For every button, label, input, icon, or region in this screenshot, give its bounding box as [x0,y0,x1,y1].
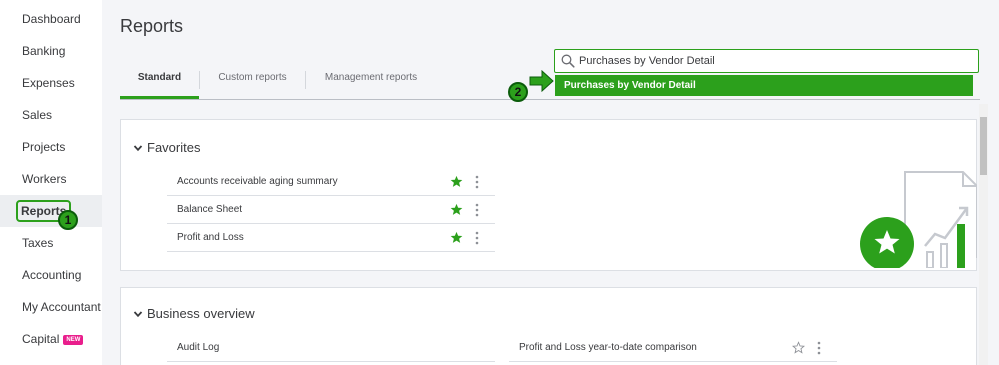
report-row[interactable]: Accounts receivable aging summary [167,168,495,196]
report-row[interactable]: Profit and Loss year-to-date comparison [509,334,837,362]
star-filled-icon[interactable] [450,175,463,188]
sidebar-item-label: Capital [22,332,60,346]
report-link[interactable]: Profit and Loss [177,232,244,243]
sidebar-item-reports[interactable]: Reports [0,195,102,227]
report-row[interactable]: Audit Log [167,334,495,362]
report-row[interactable]: Profit and Loss [167,224,495,252]
section-title: Business overview [147,306,255,321]
sidebar-item-label: Accounting [22,268,82,282]
sidebar-item-capital[interactable]: Capital NEW [0,323,102,355]
more-options-icon[interactable] [817,341,821,355]
more-options-icon[interactable] [475,231,479,245]
report-link[interactable]: Audit Log [177,342,219,353]
scrollbar-thumb[interactable] [980,117,987,175]
sidebar-item-label: Expenses [22,76,75,90]
sidebar-item-workers[interactable]: Workers [0,163,102,195]
tab-standard[interactable]: Standard [120,64,199,99]
sidebar-item-label: Taxes [22,236,54,250]
sidebar-item-label: Banking [22,44,66,58]
more-options-icon[interactable] [475,203,479,217]
sidebar-item-sales[interactable]: Sales [0,99,102,131]
sidebar-item-projects[interactable]: Projects [0,131,102,163]
sidebar-item-label: Dashboard [22,12,81,26]
more-options-icon[interactable] [475,175,479,189]
step-callout-1: 1 [58,210,78,230]
sidebar-item-label: Sales [22,108,53,122]
report-link[interactable]: Accounts receivable aging summary [177,176,338,187]
search-icon [561,54,575,68]
sidebar-item-label: Projects [22,140,66,154]
chevron-down-icon [133,145,143,152]
tab-custom-reports[interactable]: Custom reports [200,64,305,99]
business-overview-card: Business overview Audit Log Profit and L… [120,287,977,365]
business-overview-header[interactable]: Business overview [133,306,255,321]
new-badge: NEW [63,334,84,345]
star-filled-icon[interactable] [450,203,463,216]
sidebar-item-dashboard[interactable]: Dashboard [0,3,102,35]
sidebar-item-taxes[interactable]: Taxes [0,227,102,259]
sidebar-item-expenses[interactable]: Expenses [0,67,102,99]
tab-management-reports[interactable]: Management reports [306,64,436,99]
page-title: Reports [120,16,184,36]
star-outline-icon[interactable] [792,341,805,354]
sidebar-item-label: Workers [22,172,67,186]
sidebar: Dashboard Banking Expenses Sales Project… [0,0,102,365]
sidebar-item-label: My Accountant [22,300,101,314]
chevron-down-icon [133,311,143,318]
section-title: Favorites [147,140,201,155]
report-link[interactable]: Balance Sheet [177,204,242,215]
favorites-card: Favorites Accounts receivable aging summ… [120,119,977,271]
sidebar-item-banking[interactable]: Banking [0,35,102,67]
arrow-right-icon [529,70,554,92]
search-input[interactable] [579,53,969,69]
favorites-illustration [860,171,977,268]
sidebar-item-accounting[interactable]: Accounting [0,259,102,291]
step-callout-2: 2 [508,82,528,102]
report-search[interactable] [554,49,979,73]
favorites-header[interactable]: Favorites [133,140,200,155]
report-link[interactable]: Profit and Loss year-to-date comparison [519,342,697,353]
sidebar-item-my-accountant[interactable]: My Accountant [0,291,102,323]
star-filled-icon[interactable] [450,231,463,244]
report-row[interactable]: Balance Sheet [167,196,495,224]
search-suggestion[interactable]: Purchases by Vendor Detail [555,75,973,96]
